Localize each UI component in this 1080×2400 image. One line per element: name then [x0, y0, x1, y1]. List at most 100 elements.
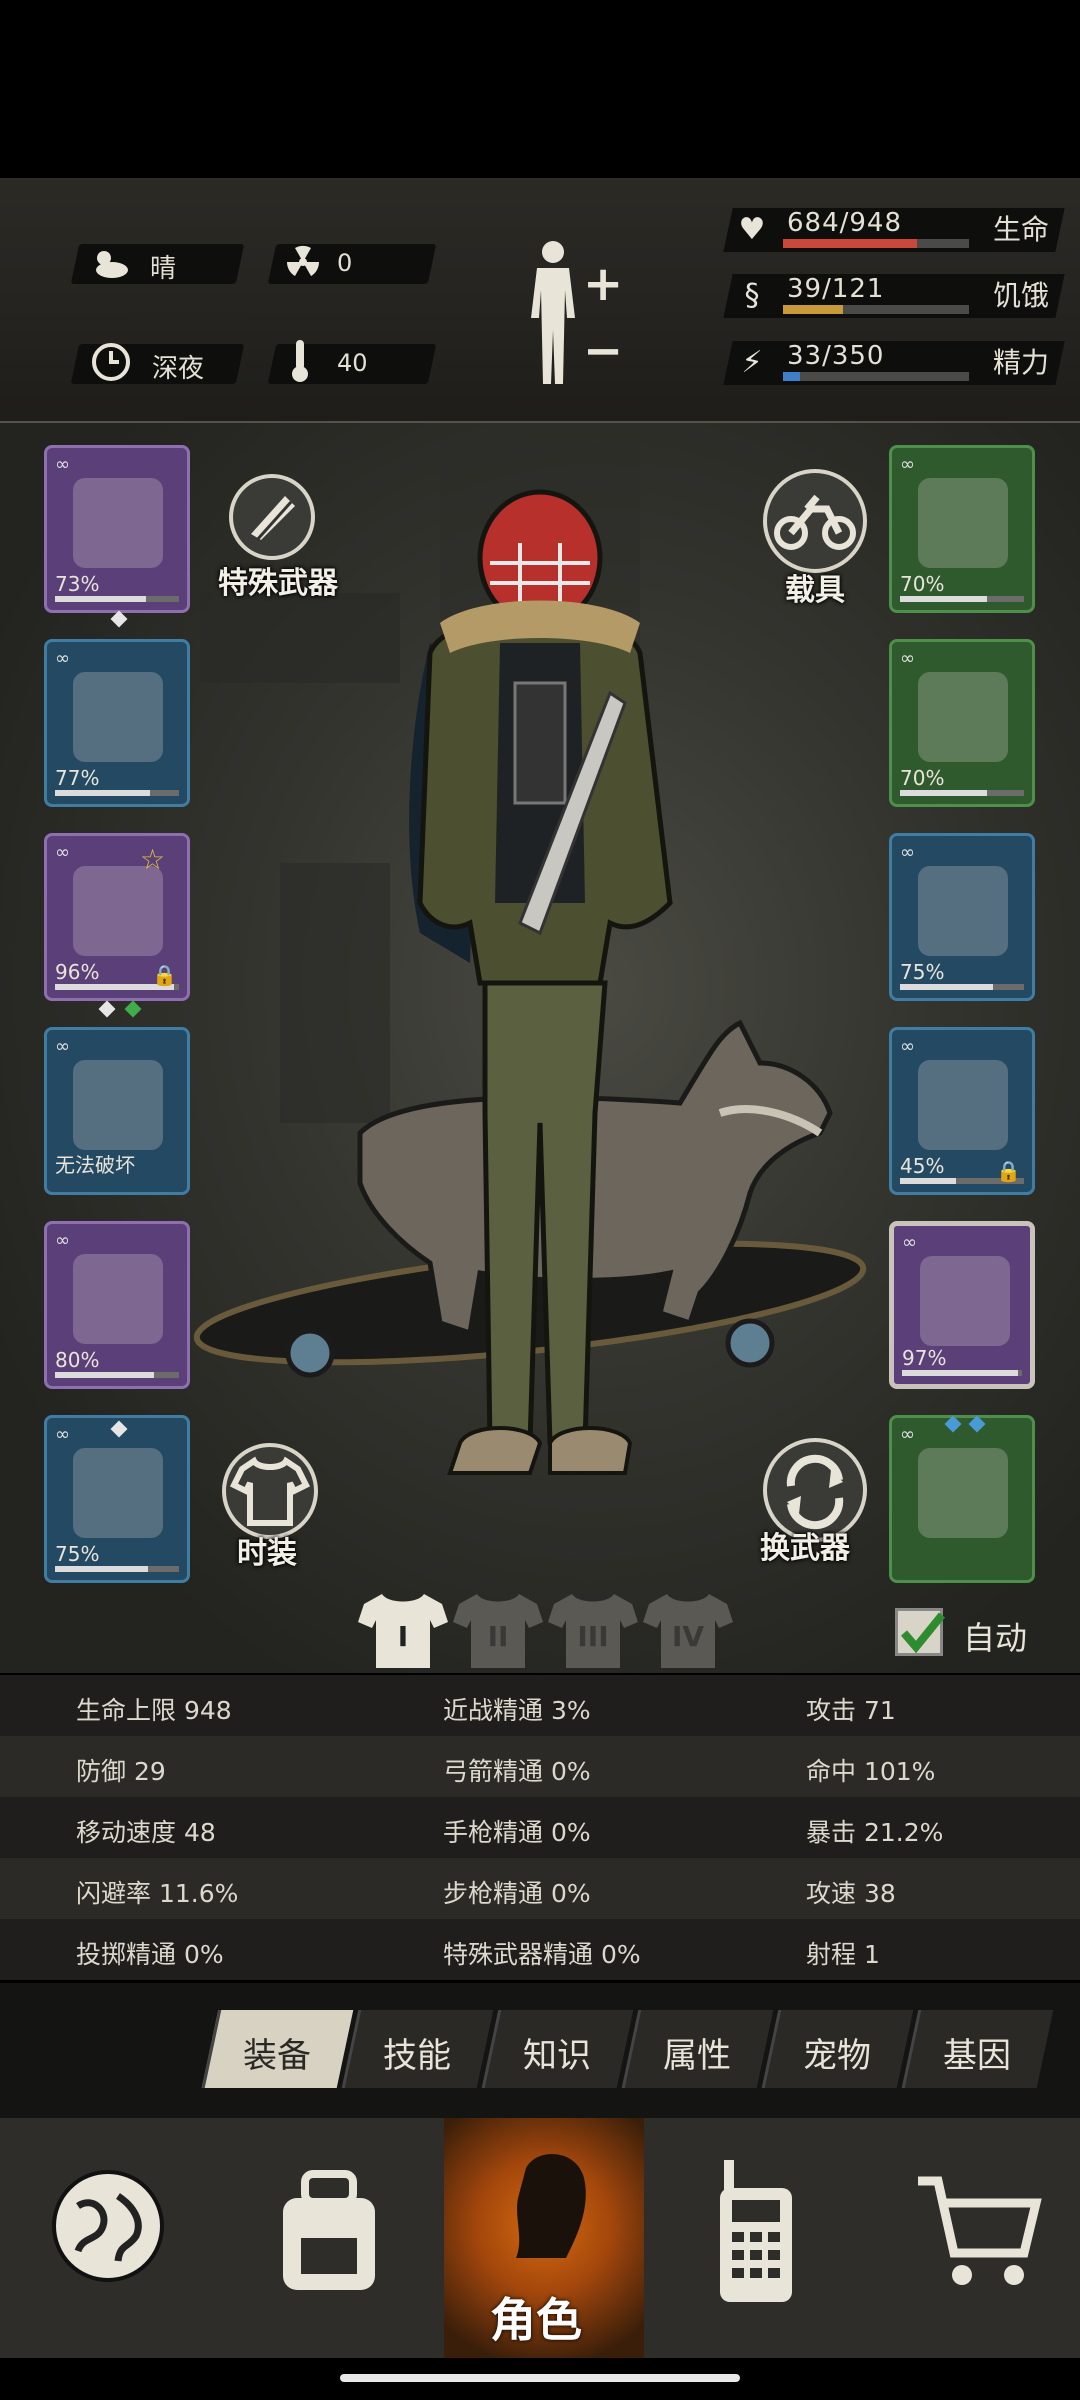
- backpack-icon: [73, 1060, 163, 1150]
- vest-icon: [918, 866, 1008, 956]
- heart-icon: ♥: [738, 212, 766, 247]
- special-weapon-button[interactable]: [229, 474, 315, 560]
- minus-icon[interactable]: −: [583, 323, 623, 379]
- left-slot-backpack[interactable]: ∞ 无法破坏: [44, 1027, 190, 1195]
- right-slot-vest[interactable]: ∞ 75%: [889, 833, 1035, 1001]
- slot-durability: 97%: [902, 1346, 947, 1370]
- vital-bar: [783, 372, 969, 381]
- fashion-label: 时装: [237, 1536, 297, 1571]
- auto-checkbox[interactable]: [895, 1608, 946, 1656]
- nav-radio[interactable]: [644, 2118, 864, 2358]
- link-icon: ∞: [900, 1424, 915, 1445]
- tshirt-icon: [229, 1456, 311, 1526]
- stat-cell: 投掷精通 0%: [76, 1940, 224, 1969]
- right-slot-machete[interactable]: ∞ 97%: [889, 1221, 1035, 1389]
- lock-icon: 🔒: [152, 963, 177, 987]
- loadout-tab-label: I: [397, 1620, 409, 1653]
- helmet-icon: [73, 478, 163, 568]
- stat-cell: 手枪精通 0%: [443, 1818, 591, 1847]
- home-indicator[interactable]: [340, 2374, 740, 2382]
- character-icon: [516, 2154, 586, 2258]
- left-slot-helmet[interactable]: ∞ 73%: [44, 445, 190, 613]
- shirt-icon: [73, 672, 163, 762]
- rarity-diamond: [110, 610, 128, 628]
- tab-label: 知识: [523, 2036, 591, 2076]
- durability-bar: [900, 596, 1024, 602]
- globe-icon: [52, 2170, 164, 2282]
- nav-character[interactable]: 角色: [444, 2118, 644, 2358]
- vital-value: 33/350: [787, 341, 885, 371]
- auto-label: 自动: [963, 1619, 1028, 1657]
- right-slot-glasses[interactable]: ∞ 70%: [889, 445, 1035, 613]
- loadout-tab-label: IV: [671, 1620, 705, 1653]
- vehicle-label: 载具: [785, 573, 845, 608]
- vehicle-button[interactable]: [763, 469, 867, 573]
- stats-row: 闪避率 11.6% 步枪精通 0% 攻速 38: [0, 1858, 1080, 1919]
- vital-name: 生命: [993, 213, 1050, 246]
- durability-bar: [902, 1370, 1022, 1376]
- stat-cell: 命中 101%: [806, 1757, 936, 1786]
- tab-label: 宠物: [803, 2036, 871, 2076]
- stat-cell: 生命上限 948: [76, 1696, 232, 1725]
- status-header: 晴 0 深夜 40 + − ♥ 684/948 生命 § 39/121 饥饿 ⚡ 33/350…: [0, 178, 1080, 423]
- slot-durability: 96%: [55, 960, 100, 984]
- slot-durability: 70%: [900, 766, 945, 790]
- radiation-value: 0: [337, 249, 353, 277]
- link-icon: ∞: [55, 842, 70, 863]
- stat-cell: 射程 1: [806, 1940, 880, 1969]
- durability-bar: [900, 984, 1024, 990]
- energy-icon: ⚡: [741, 345, 763, 380]
- jacket-icon: [73, 866, 163, 956]
- weather-icon: [96, 251, 128, 278]
- left-slot-shoes[interactable]: ∞ 75%: [44, 1415, 190, 1583]
- stats-row: 移动速度 48 手枪精通 0% 暴击 21.2%: [0, 1797, 1080, 1858]
- nav-backpack[interactable]: [224, 2118, 444, 2358]
- favorite-star-icon: ☆: [140, 843, 166, 876]
- bottom-nav: 角色: [0, 2118, 1080, 2358]
- durability-bar: [55, 596, 179, 602]
- motorcycle-icon: [774, 494, 856, 550]
- vital-bar-fill: [783, 239, 917, 248]
- stats-table: 生命上限 948 近战精通 3% 攻击 71 防御 29 弓箭精通 0% 命中 101% 移…: [0, 1675, 1080, 1981]
- fashion-button[interactable]: [222, 1443, 318, 1539]
- nav-character-label: 角色: [490, 2293, 582, 2347]
- plus-icon[interactable]: +: [583, 256, 623, 312]
- slot-durability: 80%: [55, 1348, 100, 1372]
- slot-durability: 无法破坏: [55, 1153, 135, 1177]
- right-slot-spear[interactable]: ∞: [889, 1415, 1035, 1583]
- tab-label: 基因: [943, 2036, 1011, 2076]
- link-icon: ∞: [55, 1424, 70, 1445]
- rarity-diamond: [98, 1000, 116, 1018]
- tab-label: 属性: [663, 2036, 731, 2076]
- link-icon: ∞: [900, 842, 915, 863]
- stat-cell: 移动速度 48: [76, 1818, 216, 1847]
- durability-bar: [55, 1372, 179, 1378]
- left-slot-shirt[interactable]: ∞ 77%: [44, 639, 190, 807]
- temperature-value: 40: [337, 349, 368, 377]
- body-figure-icon[interactable]: [523, 238, 583, 388]
- slot-durability: 75%: [900, 960, 945, 984]
- link-icon: ∞: [55, 648, 70, 669]
- nav-shop[interactable]: [864, 2118, 1080, 2358]
- loadout-tab-1[interactable]: I: [358, 1588, 448, 1672]
- loadout-tab-3[interactable]: III: [548, 1588, 638, 1672]
- radio-icon: [720, 2160, 792, 2302]
- checkmark-icon: [900, 1612, 946, 1654]
- right-slot-mask[interactable]: ∞ 70%: [889, 639, 1035, 807]
- time-label: 深夜: [152, 354, 205, 384]
- loadout-tab-label: III: [577, 1620, 609, 1653]
- survivor-character-image: [409, 489, 673, 1475]
- loadout-tab-2[interactable]: II: [453, 1588, 543, 1672]
- stat-cell: 暴击 21.2%: [806, 1818, 944, 1847]
- loadout-tab-label: II: [487, 1620, 509, 1653]
- slot-durability: 70%: [900, 572, 945, 596]
- mask-icon: [918, 672, 1008, 762]
- nav-map[interactable]: [0, 2118, 224, 2358]
- link-icon: ∞: [900, 1036, 915, 1057]
- loadout-tab-4[interactable]: IV: [643, 1588, 733, 1672]
- rarity-diamond: [124, 1000, 142, 1018]
- durability-bar: [55, 1566, 179, 1572]
- machete-icon: [920, 1256, 1010, 1346]
- left-slot-pants[interactable]: ∞ 80%: [44, 1221, 190, 1389]
- stat-cell: 步枪精通 0%: [443, 1879, 591, 1908]
